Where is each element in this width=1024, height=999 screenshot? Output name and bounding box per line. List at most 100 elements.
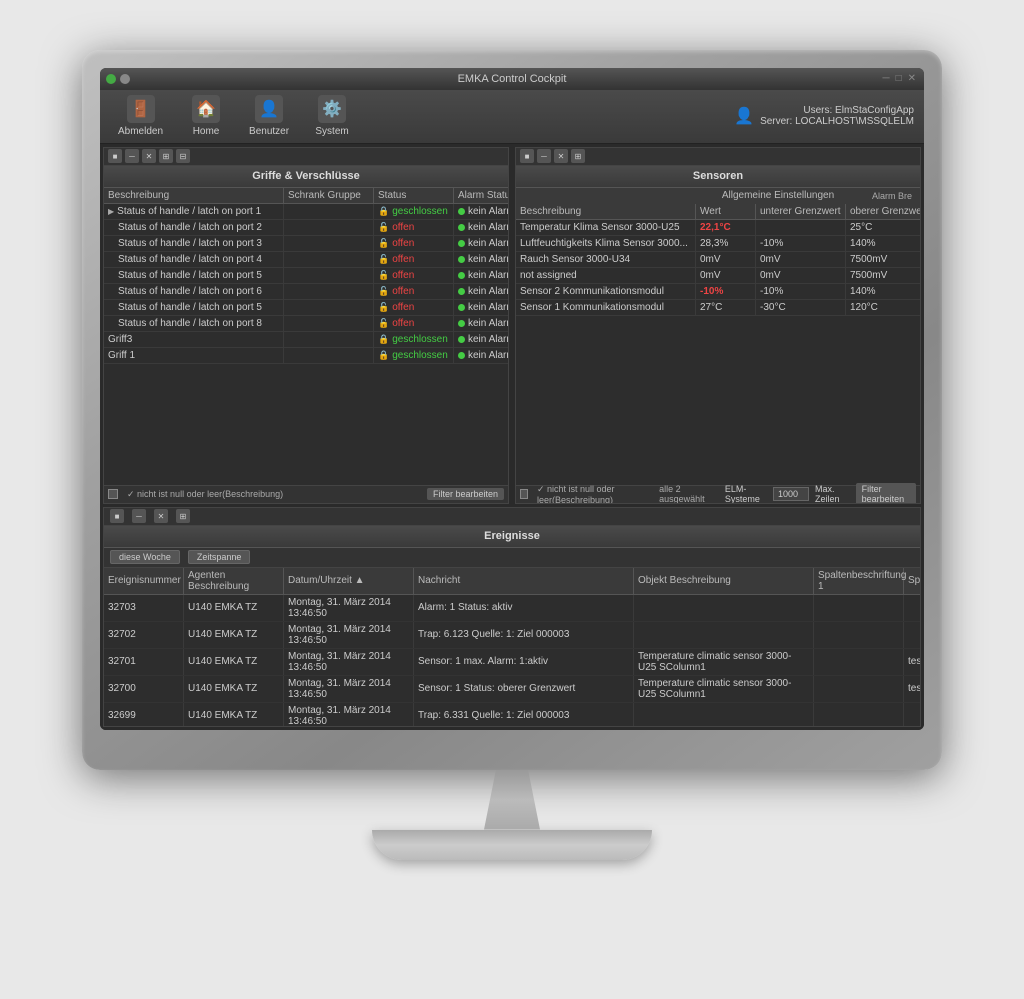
mini-btn-e3[interactable]: ✕ xyxy=(154,509,168,523)
table-row: Rauch Sensor 3000-U34 0mV 0mV 7500mV xyxy=(516,252,920,268)
etd-dt: Montag, 31. März 2014 13:46:50 xyxy=(284,703,414,726)
td-group xyxy=(284,204,374,219)
footer-checkbox[interactable] xyxy=(108,489,118,499)
abmelden-label: Abmelden xyxy=(118,126,163,137)
std-upper: 140% xyxy=(846,236,920,251)
std-wert: -10% xyxy=(696,284,756,299)
std-desc: Sensor 2 Kommunikationsmodul xyxy=(516,284,696,299)
eth-col1label: Spaltenbeschriftung 1 xyxy=(814,568,904,594)
eth-obj: Objekt Beschreibung xyxy=(634,568,814,594)
td-status: 🔓offen xyxy=(374,252,454,267)
toolbar-home[interactable]: 🏠 Home xyxy=(181,91,231,141)
td-status: 🔓offen xyxy=(374,268,454,283)
td-group xyxy=(284,348,374,363)
filter-btn[interactable]: Filter bearbeiten xyxy=(427,488,504,500)
mini-btn-1[interactable]: ■ xyxy=(108,149,122,163)
toolbar-abmelden[interactable]: 🚪 Abmelden xyxy=(110,91,171,141)
table-row: Griff 1 🔒geschlossen kein Alarm xyxy=(104,348,508,364)
events-row: 32702 U140 EMKA TZ Montag, 31. März 2014… xyxy=(104,622,920,649)
table-row: Temperatur Klima Sensor 3000-U25 22,1°C … xyxy=(516,220,920,236)
td-alarm: kein Alarm xyxy=(454,220,508,235)
etd-dt: Montag, 31. März 2014 13:46:50 xyxy=(284,595,414,621)
griffe-panel-header: Griffe & Verschlüsse xyxy=(104,166,508,188)
eth-nr: Ereignisnummer xyxy=(104,568,184,594)
th-beschreibung: Beschreibung xyxy=(104,188,284,203)
griffe-table-body: ▶ Status of handle / latch on port 1 🔒ge… xyxy=(104,204,508,485)
std-lower: 0mV xyxy=(756,252,846,267)
mini-btn-5[interactable]: ⊟ xyxy=(176,149,190,163)
mini-btn-s2[interactable]: ─ xyxy=(537,149,551,163)
mini-btn-e4[interactable]: ⊞ xyxy=(176,509,190,523)
etd-dt: Montag, 31. März 2014 13:46:50 xyxy=(284,649,414,675)
win-close[interactable]: ✕ xyxy=(908,73,916,84)
mini-btn-4[interactable]: ⊞ xyxy=(159,149,173,163)
etd-c1 xyxy=(904,595,920,621)
mini-btn-e1[interactable]: ■ xyxy=(110,509,124,523)
th-status: Status xyxy=(374,188,454,203)
etd-agent: U140 EMKA TZ xyxy=(184,595,284,621)
benutzer-icon: 👤 xyxy=(255,95,283,123)
toolbar-benutzer[interactable]: 👤 Benutzer xyxy=(241,91,297,141)
events-row: 32703 U140 EMKA TZ Montag, 31. März 2014… xyxy=(104,595,920,622)
etd-agent: U140 EMKA TZ xyxy=(184,649,284,675)
eth-agent: Agenten Beschreibung xyxy=(184,568,284,594)
min-btn[interactable] xyxy=(106,74,116,84)
btn-zeitspanne[interactable]: Zeitspanne xyxy=(188,550,251,564)
footer-checkbox-s[interactable] xyxy=(520,489,528,499)
filter-btn-s[interactable]: Filter bearbeiten xyxy=(856,483,916,504)
sensoren-panel: ■ ─ ✕ ⊞ Sensoren Allgemeine Einstellunge… xyxy=(515,147,921,504)
td-status: 🔓offen xyxy=(374,316,454,331)
mini-btn-s1[interactable]: ■ xyxy=(520,149,534,163)
etd-nr: 32700 xyxy=(104,676,184,702)
win-minimize[interactable]: ─ xyxy=(882,73,889,84)
griffe-panel: ■ ─ ✕ ⊞ ⊟ Griffe & Verschlüsse Beschreib… xyxy=(103,147,509,504)
table-row: Status of handle / latch on port 2 🔓offe… xyxy=(104,220,508,236)
td-desc: Status of handle / latch on port 5 xyxy=(104,300,284,315)
footer-filter-text-s: ✓ nicht ist null oder leer(Beschreibung) xyxy=(537,484,653,504)
win-maximize[interactable]: □ xyxy=(896,73,902,84)
mini-btn-e2[interactable]: ─ xyxy=(132,509,146,523)
benutzer-label: Benutzer xyxy=(249,126,289,137)
etd-c1: test 1 xyxy=(904,676,920,702)
etd-dt: Montag, 31. März 2014 13:46:50 xyxy=(284,676,414,702)
etd-cl xyxy=(814,676,904,702)
etd-msg: Sensor: 1 Status: oberer Grenzwert xyxy=(414,676,634,702)
home-icon: 🏠 xyxy=(192,95,220,123)
std-desc: Luftfeuchtigkeits Klima Sensor 3000... xyxy=(516,236,696,251)
alle-ausgewaehlt: alle 2 ausgewählt xyxy=(659,484,711,504)
mini-btn-s4[interactable]: ⊞ xyxy=(571,149,585,163)
ereignisse-panel-header: Ereignisse xyxy=(104,526,920,548)
main-content: ■ ─ ✕ ⊞ ⊟ Griffe & Verschlüsse Beschreib… xyxy=(100,144,924,730)
std-wert: 0mV xyxy=(696,268,756,283)
griffe-table-header: Beschreibung Schrank Gruppe Status Alarm… xyxy=(104,188,508,204)
system-icon: ⚙️ xyxy=(318,95,346,123)
etd-msg: Trap: 6.123 Quelle: 1: Ziel 000003 xyxy=(414,622,634,648)
mini-btn-3[interactable]: ✕ xyxy=(142,149,156,163)
etd-msg: Alarm: 1 Status: aktiv xyxy=(414,595,634,621)
mini-btn-s3[interactable]: ✕ xyxy=(554,149,568,163)
table-row: not assigned 0mV 0mV 7500mV xyxy=(516,268,920,284)
elm-system-input[interactable] xyxy=(773,487,809,501)
td-alarm: kein Alarm xyxy=(454,300,508,315)
max-btn[interactable] xyxy=(120,74,130,84)
std-upper: 120°C xyxy=(846,300,920,315)
ereignisse-controls: diese Woche Zeitspanne xyxy=(104,548,920,568)
sensoren-panel-footer: ✓ nicht ist null oder leer(Beschreibung)… xyxy=(516,485,920,503)
td-desc: Status of handle / latch on port 3 xyxy=(104,236,284,251)
screen: EMKA Control Cockpit ─ □ ✕ 🚪 Abmelden 🏠 … xyxy=(100,68,924,730)
toolbar-system[interactable]: ⚙️ System xyxy=(307,91,357,141)
events-row: 32701 U140 EMKA TZ Montag, 31. März 2014… xyxy=(104,649,920,676)
etd-cl xyxy=(814,622,904,648)
monitor: EMKA Control Cockpit ─ □ ✕ 🚪 Abmelden 🏠 … xyxy=(62,50,962,950)
monitor-frame: EMKA Control Cockpit ─ □ ✕ 🚪 Abmelden 🏠 … xyxy=(82,50,942,770)
etd-nr: 32699 xyxy=(104,703,184,726)
max-zeilen-label: Max. Zeilen xyxy=(815,484,850,504)
td-alarm: kein Alarm xyxy=(454,316,508,331)
mini-btn-2[interactable]: ─ xyxy=(125,149,139,163)
etd-nr: 32701 xyxy=(104,649,184,675)
griffe-title: Griffe & Verschlüsse xyxy=(252,170,360,182)
btn-diese-woche[interactable]: diese Woche xyxy=(110,550,180,564)
td-status: 🔓offen xyxy=(374,220,454,235)
events-body: 32703 U140 EMKA TZ Montag, 31. März 2014… xyxy=(104,595,920,726)
events-header: Ereignisnummer Agenten Beschreibung Datu… xyxy=(104,568,920,595)
